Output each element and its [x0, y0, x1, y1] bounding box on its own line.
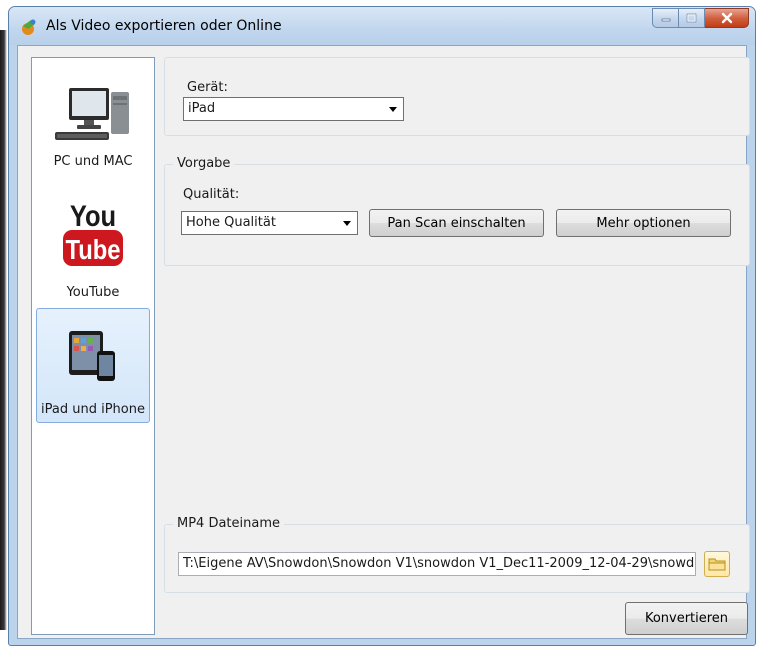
quality-select-value: Hohe Qualität	[186, 215, 276, 230]
close-button[interactable]	[705, 8, 749, 28]
filename-group: MP4 Dateiname T:\Eigene AV\Snowdon\Snowd…	[164, 516, 750, 593]
maximize-icon	[686, 13, 697, 23]
filename-value: T:\Eigene AV\Snowdon\Snowdon V1\snowdon …	[183, 556, 696, 571]
sidebar-item-ipad-iphone[interactable]: iPad und iPhone	[36, 308, 150, 423]
minimize-button[interactable]	[652, 8, 679, 28]
window-title: Als Video exportieren oder Online	[46, 18, 282, 34]
preset-group: Vorgabe Qualität: Hohe Qualität Pan Scan…	[164, 156, 750, 266]
chevron-down-icon	[389, 107, 397, 112]
svg-text:You: You	[70, 199, 116, 232]
filename-input[interactable]: T:\Eigene AV\Snowdon\Snowdon V1\snowdon …	[178, 552, 696, 576]
window-edge-shadow	[0, 30, 7, 630]
maximize-button[interactable]	[679, 8, 705, 28]
preset-group-title: Vorgabe	[173, 156, 235, 171]
device-select-value: iPad	[188, 101, 216, 116]
title-bar[interactable]: Als Video exportieren oder Online	[9, 7, 755, 45]
browse-button[interactable]	[704, 551, 730, 577]
dialog-client-area: PC und MAC You Tube YouTube iPad und iPh…	[17, 45, 750, 639]
desktop-computer-icon	[55, 88, 129, 140]
sidebar-item-label: YouTube	[66, 285, 120, 300]
minimize-icon	[661, 18, 670, 22]
export-dialog-window: Als Video exportieren oder Online PC und…	[8, 6, 756, 646]
quality-label: Qualität:	[183, 187, 240, 202]
app-icon	[22, 19, 36, 35]
filename-group-title: MP4 Dateiname	[173, 516, 285, 531]
convert-button[interactable]: Konvertieren	[625, 602, 748, 635]
quality-select[interactable]: Hohe Qualität	[181, 211, 358, 235]
window-controls	[652, 8, 749, 30]
device-select[interactable]: iPad	[183, 97, 404, 121]
pan-scan-button[interactable]: Pan Scan einschalten	[369, 209, 544, 237]
export-target-list: PC und MAC You Tube YouTube iPad und iPh…	[31, 57, 155, 635]
chevron-down-icon	[343, 221, 351, 226]
folder-icon	[708, 558, 726, 571]
sidebar-item-label: iPad und iPhone	[41, 402, 145, 417]
youtube-logo-icon: You Tube	[63, 199, 123, 266]
sidebar-item-youtube[interactable]: You Tube YouTube	[36, 196, 150, 300]
device-group: Gerät: iPad	[164, 57, 750, 136]
svg-text:Tube: Tube	[65, 233, 120, 265]
more-options-button[interactable]: Mehr optionen	[556, 209, 731, 237]
device-label: Gerät:	[187, 80, 228, 95]
sidebar-item-label: PC und MAC	[53, 154, 133, 169]
sidebar-item-pc-mac[interactable]: PC und MAC	[36, 66, 150, 174]
ipad-iphone-icon	[69, 331, 115, 381]
close-icon	[721, 12, 732, 24]
